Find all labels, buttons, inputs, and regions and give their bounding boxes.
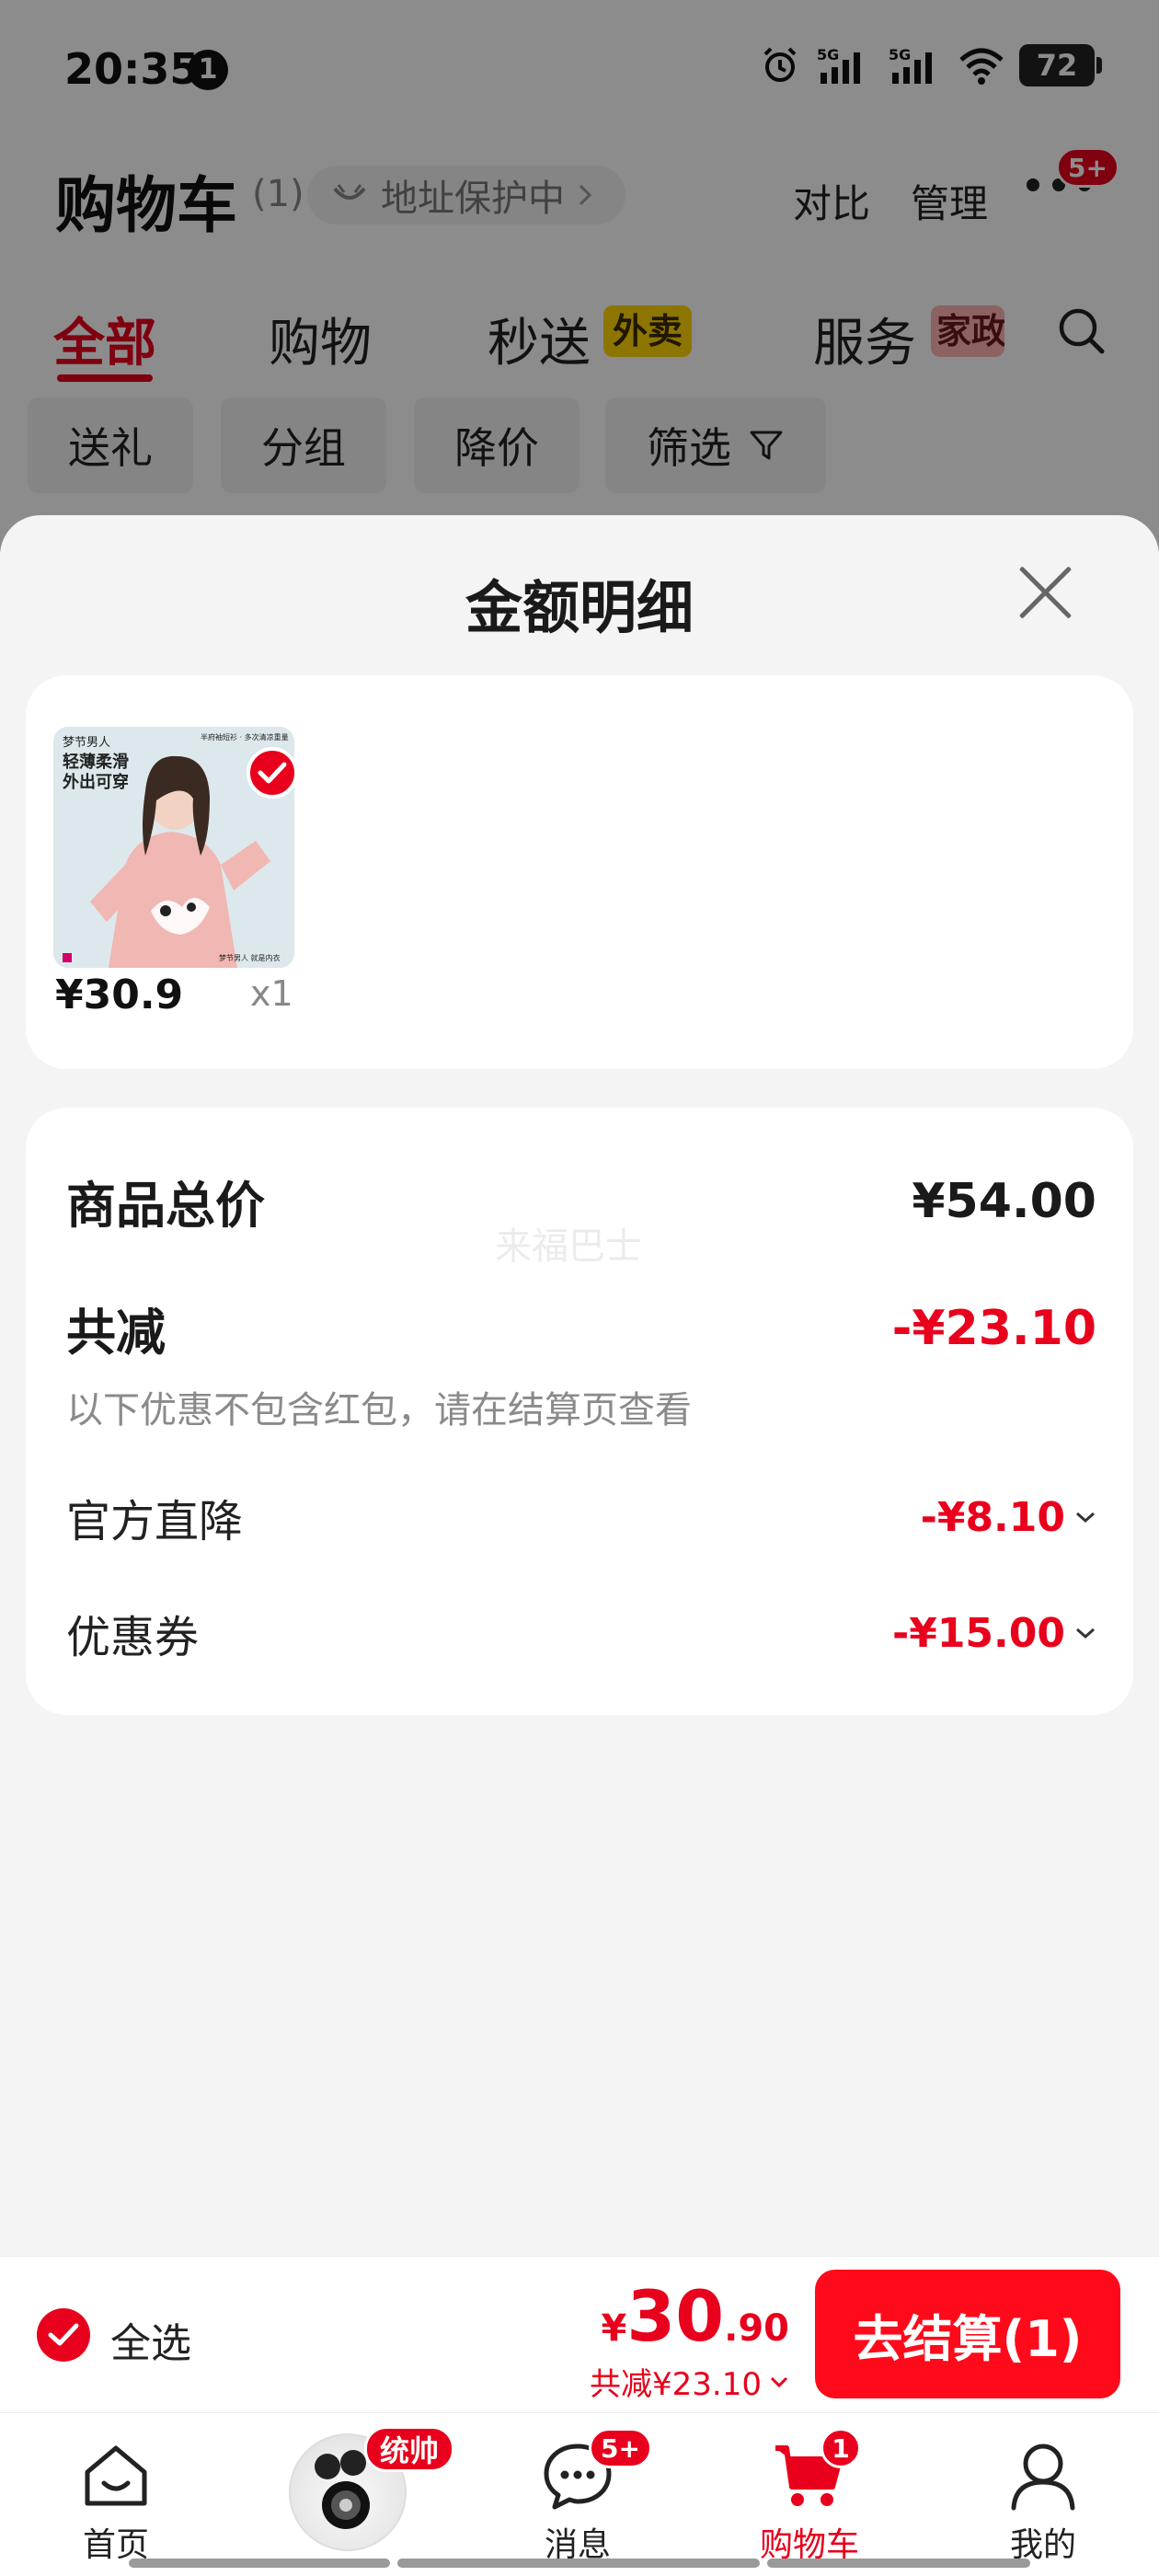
- amount-detail-sheet: 金额明细 梦节男人 轻薄柔滑 外出可穿 半府袖短衫 · 多次清凉重量 梦节男人 …: [0, 515, 1159, 2256]
- nav-me[interactable]: 我的: [970, 2437, 1117, 2566]
- total-price-label: 商品总价: [66, 1177, 265, 1235]
- product-promo-badge: 统帅: [364, 2426, 455, 2472]
- product-image-footer: 梦节男人 就是内衣: [219, 954, 281, 962]
- coupon-value: -¥15.00: [891, 1609, 1065, 1657]
- product-quantity: x1: [250, 973, 293, 1014]
- checkout-reduction[interactable]: 共减¥23.10: [590, 2359, 789, 2404]
- total-reduction-value: -¥23.10: [891, 1300, 1096, 1356]
- home-icon: [85, 2445, 147, 2506]
- product-image-line2: 外出可穿: [63, 773, 129, 792]
- product-price: ¥30.9: [55, 972, 184, 1018]
- nav-home[interactable]: 首页: [42, 2437, 189, 2566]
- coupon-label: 优惠券: [66, 1612, 200, 1663]
- gesture-bar-segment: [397, 2559, 760, 2568]
- total-reduction-row: 共减 -¥23.10: [66, 1292, 1096, 1364]
- official-discount-value: -¥8.10: [920, 1493, 1065, 1541]
- checkout-currency: ¥: [601, 2307, 627, 2350]
- product-thumbnail[interactable]: 梦节男人 轻薄柔滑 外出可穿 半府袖短衫 · 多次清凉重量 梦节男人 就是内衣: [53, 727, 294, 968]
- discount-note: 以下优惠不包含红包，请在结算页查看: [66, 1389, 692, 1432]
- cart-badge: 1: [820, 2428, 861, 2468]
- checkout-price-integer: 30: [626, 2275, 725, 2357]
- select-all-label[interactable]: 全选: [110, 2310, 191, 2369]
- gesture-bar-segment: [767, 2559, 1030, 2568]
- chevron-down-icon: [1076, 1512, 1095, 1524]
- bottom-navigation: 首页 统帅 消息 5+ 购物车 1 我的: [0, 2412, 1159, 2576]
- sheet-title: 金额明细: [465, 574, 694, 641]
- checkout-bar: 全选 ¥30.90 共减¥23.10 去结算(1): [0, 2256, 1159, 2412]
- chevron-down-icon: [1076, 1627, 1095, 1639]
- nav-cart[interactable]: 购物车: [736, 2437, 883, 2566]
- checkout-price: ¥30.90: [590, 2275, 789, 2357]
- product-image-brand: 梦节男人: [63, 736, 111, 750]
- user-icon: [1011, 2444, 1075, 2511]
- official-discount-label: 官方直降: [66, 1496, 244, 1547]
- official-discount-row[interactable]: 官方直降 -¥8.10: [66, 1485, 1096, 1549]
- total-price-value: ¥54.00: [912, 1173, 1096, 1229]
- product-selected-check-icon[interactable]: [247, 747, 294, 799]
- close-icon[interactable]: [1016, 561, 1078, 624]
- selected-items-card: 梦节男人 轻薄柔滑 外出可穿 半府袖短衫 · 多次清凉重量 梦节男人 就是内衣 …: [26, 675, 1133, 1069]
- select-all-checkbox[interactable]: [37, 2308, 90, 2362]
- checkout-button[interactable]: 去结算(1): [815, 2270, 1120, 2398]
- messages-badge: 5+: [589, 2428, 652, 2468]
- total-price-row: 商品总价 ¥54.00: [66, 1165, 1096, 1237]
- dim-overlay[interactable]: [0, 0, 1159, 552]
- coupon-row[interactable]: 优惠券 -¥15.00: [66, 1601, 1096, 1665]
- official-discount-value-wrap: -¥8.10: [921, 1494, 1096, 1541]
- coupon-value-wrap: -¥15.00: [892, 1610, 1096, 1657]
- gesture-bar-segment: [129, 2559, 390, 2568]
- checkout-reduction-text: 共减¥23.10: [590, 2366, 762, 2403]
- chevron-down-icon: [770, 2376, 788, 2387]
- checkout-price-decimal: .90: [724, 2307, 789, 2350]
- product-image-corner: 半府袖短衫 · 多次清凉重量: [201, 733, 289, 742]
- total-reduction-label: 共减: [66, 1304, 166, 1362]
- price-summary-card: 来福巴士 商品总价 ¥54.00 共减 -¥23.10 以下优惠不包含红包，请在…: [26, 1108, 1133, 1715]
- checkout-total: ¥30.90 共减¥23.10: [590, 2275, 789, 2404]
